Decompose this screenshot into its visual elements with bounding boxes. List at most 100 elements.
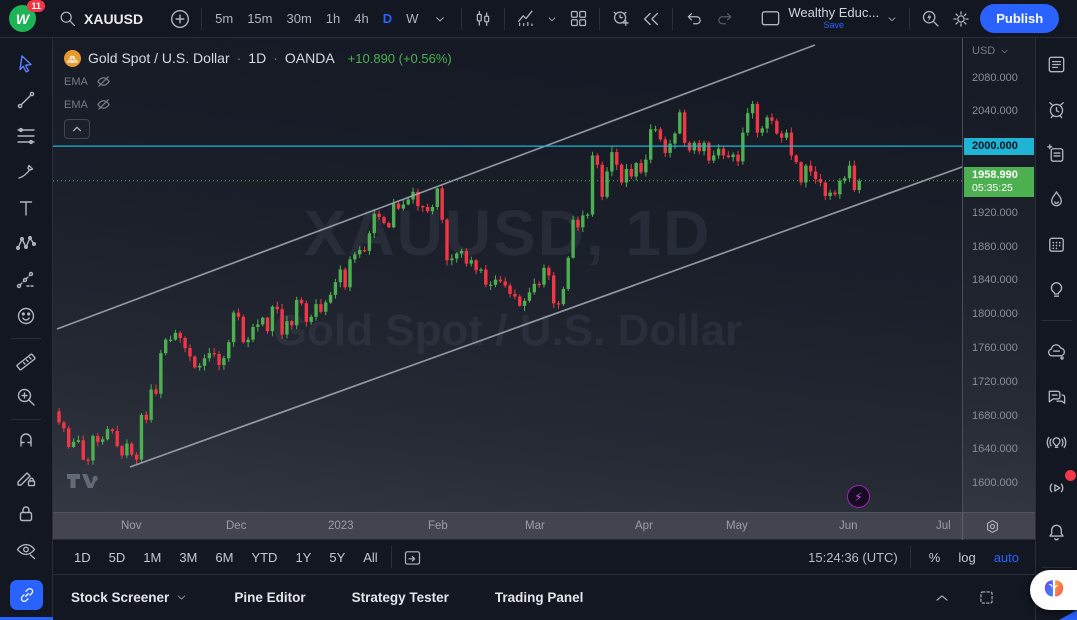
hotlists-button[interactable]: [1042, 185, 1072, 213]
auto-scale-button[interactable]: auto: [988, 547, 1025, 568]
notification-count-badge: 11: [27, 0, 45, 12]
bar-replay-button[interactable]: [636, 4, 666, 34]
timeframe-row: 5m 15m 30m 1h 4h D W: [208, 0, 425, 37]
maximize-dashed-icon: [979, 591, 993, 604]
range-3m-button[interactable]: 3M: [172, 546, 204, 569]
range-1d-button[interactable]: 1D: [67, 546, 98, 569]
measure-tool-button[interactable]: [9, 347, 43, 375]
fib-retracement-tool-button[interactable]: [9, 122, 43, 150]
indicator-row-ema-2[interactable]: EMA: [64, 93, 452, 116]
forecast-tool-button[interactable]: [9, 266, 43, 294]
layout-button[interactable]: [755, 4, 786, 34]
percent-scale-button[interactable]: %: [923, 547, 947, 568]
divider: [201, 7, 203, 30]
layout-name-menu[interactable]: Wealthy Educ... Save: [788, 6, 879, 32]
indicators-button[interactable]: [511, 4, 541, 34]
trend-line-tool-button[interactable]: [9, 86, 43, 114]
panel-maximize-button[interactable]: [971, 583, 1001, 613]
timeframe-menu-button[interactable]: [425, 4, 455, 34]
legend-collapse-button[interactable]: [64, 119, 90, 139]
log-scale-button[interactable]: log: [952, 547, 981, 568]
range-ytd-button[interactable]: YTD: [244, 546, 284, 569]
scale-settings-button[interactable]: [983, 517, 1002, 541]
cursor-tool-button[interactable]: [9, 50, 43, 78]
chart-style-button[interactable]: [468, 4, 498, 34]
settings-button[interactable]: [946, 4, 976, 34]
indicator-row-ema-1[interactable]: EMA: [64, 70, 452, 93]
range-5d-button[interactable]: 5D: [102, 546, 133, 569]
panel-tab-stock-screener[interactable]: Stock Screener: [71, 590, 188, 605]
range-1y-button[interactable]: 1Y: [288, 546, 318, 569]
panel-tab-strategy-tester[interactable]: Strategy Tester: [352, 590, 449, 605]
zoom-in-tool-button[interactable]: [9, 383, 43, 411]
brush-icon: [18, 164, 34, 179]
timeframe-w-button[interactable]: W: [399, 5, 425, 33]
boost-lightning-icon[interactable]: ⚡: [847, 485, 870, 508]
chart-area[interactable]: XAUUSD, 1D Gold Spot / U.S. Dollar Gold …: [53, 38, 962, 512]
legend-main-row[interactable]: Gold Spot / U.S. Dollar · 1D · OANDA +10…: [64, 46, 452, 70]
magnet-mode-button[interactable]: [9, 428, 43, 456]
legend-interval[interactable]: 1D: [248, 50, 266, 66]
publish-button[interactable]: Publish: [980, 4, 1060, 33]
save-label[interactable]: Save: [824, 19, 845, 32]
timeframe-5m-button[interactable]: 5m: [208, 5, 240, 33]
chat-button[interactable]: [1042, 383, 1072, 411]
timeframe-30m-button[interactable]: 30m: [279, 5, 318, 33]
ai-assistant-button[interactable]: [1030, 570, 1077, 610]
alerts-button[interactable]: [1042, 95, 1072, 123]
tradingview-app: W 11 XAUUSD 5m 15m 30m 1h 4h D W Wealthy…: [0, 0, 1077, 620]
time-tick-label: 2023: [328, 520, 354, 532]
clock-utc[interactable]: 15:24:36 (UTC): [808, 550, 898, 565]
text-notes-button[interactable]: [1042, 140, 1072, 168]
compare-add-symbol-button[interactable]: [165, 4, 195, 34]
pattern-tool-button[interactable]: [9, 230, 43, 258]
time-tick-label: Nov: [121, 520, 142, 532]
lock-drawings-button[interactable]: [9, 500, 43, 528]
layout-menu-chevron[interactable]: [881, 4, 903, 34]
panel-tab-pine-editor[interactable]: Pine Editor: [234, 590, 305, 605]
tradingview-logo[interactable]: [66, 471, 100, 496]
select-layout-button[interactable]: [563, 4, 593, 34]
eye-hidden-icon[interactable]: [96, 97, 111, 112]
sync-drawings-button[interactable]: [10, 580, 43, 610]
quick-search-button[interactable]: [916, 4, 946, 34]
emoji-tool-button[interactable]: [9, 302, 43, 330]
watchlist-button[interactable]: [1042, 50, 1072, 78]
notifications-button[interactable]: [1042, 518, 1072, 546]
price-tick-label: 2040.000: [972, 105, 1018, 118]
range-1m-button[interactable]: 1M: [136, 546, 168, 569]
stay-in-drawing-mode-button[interactable]: [9, 464, 43, 492]
redo-button[interactable]: [709, 4, 739, 34]
time-scale[interactable]: Nov Dec 2023 Feb Mar Apr May Jun Jul: [53, 512, 1035, 541]
streams-button[interactable]: [1042, 470, 1076, 501]
minds-button[interactable]: [1042, 338, 1072, 366]
price-scale[interactable]: USD 2080.000 2040.000 2000.000 1920.000 1880…: [962, 38, 1035, 512]
range-all-button[interactable]: All: [356, 546, 384, 569]
symbol-search-button[interactable]: XAUUSD: [50, 4, 151, 34]
price-scale-currency[interactable]: USD: [972, 45, 1010, 57]
ideas-button[interactable]: [1042, 275, 1072, 303]
text-tool-button[interactable]: [9, 194, 43, 222]
divider: [390, 546, 392, 568]
right-panel-toolbar: [1030, 38, 1077, 620]
user-avatar[interactable]: W 11: [9, 0, 45, 32]
watchlist-icon: [1048, 56, 1065, 72]
hide-drawings-button[interactable]: [9, 536, 43, 564]
live-ideas-button[interactable]: [1042, 428, 1072, 456]
legend-dot: ·: [273, 50, 278, 66]
panel-expand-button[interactable]: [927, 583, 957, 613]
go-to-date-button[interactable]: [398, 542, 428, 572]
brush-tool-button[interactable]: [9, 158, 43, 186]
undo-button[interactable]: [679, 4, 709, 34]
economic-calendar-button[interactable]: [1042, 230, 1072, 258]
create-alert-button[interactable]: [606, 4, 636, 34]
eye-hidden-icon[interactable]: [96, 74, 111, 89]
range-5y-button[interactable]: 5Y: [322, 546, 352, 569]
panel-tab-trading-panel[interactable]: Trading Panel: [495, 590, 584, 605]
timeframe-1h-button[interactable]: 1h: [319, 5, 347, 33]
range-6m-button[interactable]: 6M: [208, 546, 240, 569]
timeframe-4h-button[interactable]: 4h: [347, 5, 375, 33]
timeframe-15m-button[interactable]: 15m: [240, 5, 279, 33]
indicators-menu-button[interactable]: [541, 4, 563, 34]
timeframe-d-button[interactable]: D: [376, 5, 399, 33]
